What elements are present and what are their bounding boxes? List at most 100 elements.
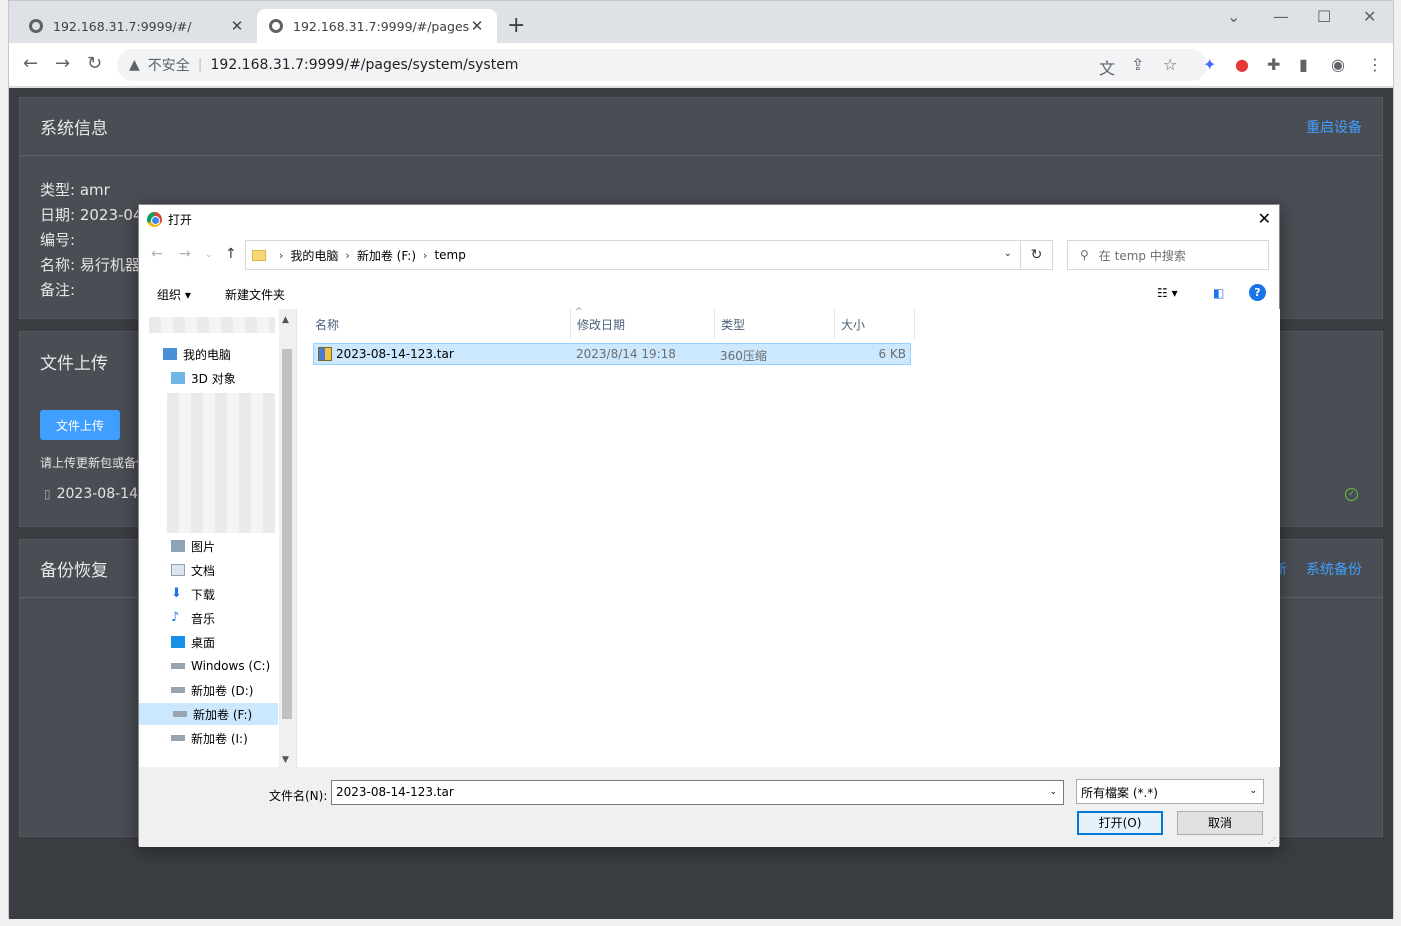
chevron-down-icon[interactable]: ⌄: [1249, 786, 1257, 796]
column-header-type[interactable]: 类型: [715, 309, 835, 339]
separator: |: [197, 57, 203, 73]
window-close-button[interactable]: ✕: [1363, 7, 1376, 26]
chevron-down-icon[interactable]: ⌄: [1049, 787, 1057, 797]
new-folder-button[interactable]: 新建文件夹: [225, 286, 285, 303]
back-button[interactable]: ←: [23, 53, 38, 74]
drive-icon: [171, 663, 185, 669]
system-backup-link[interactable]: 系统备份: [1306, 562, 1362, 578]
minimize-button[interactable]: —: [1273, 7, 1289, 26]
nav-item-drive-d[interactable]: 新加卷 (D:): [171, 679, 253, 701]
computer-icon: [163, 348, 177, 360]
dialog-title: 打开: [168, 212, 193, 227]
resize-grip-icon[interactable]: ⋰: [1268, 836, 1276, 845]
scroll-up-arrow[interactable]: ▲: [282, 315, 289, 325]
close-icon[interactable]: ✕: [469, 17, 485, 35]
file-row[interactable]: 2023-08-14-123.tar 2023/8/14 19:18 360压缩…: [313, 343, 911, 365]
organize-button[interactable]: 组织 ▾: [157, 286, 191, 303]
extension-chat-icon[interactable]: ●: [1235, 55, 1249, 74]
nav-item-3d-objects[interactable]: 3D 对象: [171, 367, 236, 389]
nav-item-drive-i[interactable]: 新加卷 (I:): [171, 727, 248, 749]
breadcrumb[interactable]: › 我的电脑 › 新加卷 (F:) › temp ⌄: [245, 240, 1021, 270]
dialog-title-bar: 打开 ✕: [139, 205, 1279, 233]
translate-icon[interactable]: 文: [1099, 55, 1115, 79]
profile-avatar-icon[interactable]: ◉: [1331, 55, 1345, 74]
nav-item-downloads[interactable]: ⬇ 下载: [171, 583, 215, 605]
nav-item-my-computer[interactable]: 我的电脑: [163, 343, 231, 365]
crumb-item[interactable]: temp: [434, 248, 465, 262]
column-header-name[interactable]: 名称: [309, 309, 571, 339]
tab-bar: 192.168.31.7:9999/#/ ✕ 192.168.31.7:9999…: [9, 1, 1393, 43]
dialog-address-row: ← → ⌄ ↑ › 我的电脑 › 新加卷 (F:) › temp ⌄ ↻ ⚲ 在…: [139, 233, 1279, 277]
card-title: 文件上传: [40, 353, 108, 374]
menu-kebab-icon[interactable]: ⋮: [1367, 55, 1383, 74]
nav-item-music[interactable]: ♪ 音乐: [171, 607, 215, 629]
crumb-item[interactable]: 新加卷 (F:): [357, 247, 416, 264]
scroll-down-arrow[interactable]: ▼: [282, 755, 289, 765]
view-options-icon[interactable]: ☷ ▾: [1157, 286, 1178, 300]
nav-item-pictures[interactable]: 图片: [171, 535, 215, 557]
forward-arrow-icon[interactable]: →: [179, 246, 191, 262]
browser-toolbar: ← → ↻ ▲ 不安全 | 192.168.31.7:9999/#/pages/…: [9, 43, 1393, 87]
extension-icon[interactable]: ✦: [1203, 55, 1216, 74]
reload-button[interactable]: ↻: [87, 53, 102, 74]
chevron-down-icon[interactable]: ⌄: [1004, 248, 1012, 259]
column-header-size[interactable]: 大小: [835, 309, 915, 339]
file-name: 2023-08-14-123.tar: [336, 347, 454, 361]
maximize-button[interactable]: ☐: [1317, 7, 1331, 26]
crumb-item[interactable]: 我的电脑: [290, 247, 338, 264]
bookmark-star-icon[interactable]: ☆: [1163, 55, 1177, 74]
close-icon[interactable]: ✕: [229, 17, 245, 35]
address-bar[interactable]: ▲ 不安全 | 192.168.31.7:9999/#/pages/system…: [117, 49, 1207, 81]
tab-1[interactable]: 192.168.31.7:9999/#/ ✕: [17, 9, 257, 43]
drive-icon: [173, 711, 187, 717]
nav-item-desktop[interactable]: 桌面: [171, 631, 215, 653]
extensions-puzzle-icon[interactable]: ✚: [1267, 55, 1280, 74]
reboot-link[interactable]: 重启设备: [1306, 117, 1362, 137]
up-arrow-icon[interactable]: ↑: [225, 246, 237, 262]
upload-tip: 请上传更新包或备价: [40, 456, 149, 470]
upload-button[interactable]: 文件上传: [40, 410, 120, 440]
help-icon[interactable]: ?: [1249, 284, 1266, 301]
tab-title: 192.168.31.7:9999/#/: [53, 18, 192, 34]
filename-input[interactable]: 2023-08-14-123.tar ⌄: [331, 780, 1064, 805]
tab-search-icon[interactable]: ⌄: [1227, 7, 1240, 26]
filename-label: 文件名(N):: [269, 789, 328, 803]
drive-icon: [171, 735, 185, 741]
forward-button[interactable]: →: [55, 53, 70, 74]
uploaded-file[interactable]: ▯ 2023-08-14: [44, 486, 138, 502]
nav-scroll-thumb[interactable]: [282, 349, 292, 719]
search-placeholder: 在 temp 中搜索: [1098, 248, 1186, 263]
nav-item-drive-f[interactable]: 新加卷 (F:): [139, 703, 278, 725]
nav-item-documents[interactable]: 文档: [171, 559, 215, 581]
search-input[interactable]: ⚲ 在 temp 中搜索: [1067, 240, 1269, 270]
search-icon: ⚲: [1080, 248, 1089, 262]
picture-icon: [171, 540, 185, 552]
column-header-modified[interactable]: 修改日期: [571, 309, 715, 339]
back-arrow-icon[interactable]: ←: [151, 246, 163, 262]
blurred-region: [167, 393, 275, 533]
cancel-button[interactable]: 取消: [1177, 811, 1263, 835]
filetype-value: 所有檔案 (*.*): [1081, 786, 1158, 800]
check-circle-icon: ✓: [1345, 488, 1358, 501]
tab-2-active[interactable]: 192.168.31.7:9999/#/pages/sy ✕: [257, 9, 497, 43]
side-panel-icon[interactable]: ▮: [1299, 55, 1308, 74]
dialog-close-button[interactable]: ✕: [1258, 209, 1271, 228]
share-icon[interactable]: ⇪: [1131, 55, 1144, 74]
globe-icon: [29, 19, 43, 33]
new-tab-button[interactable]: +: [507, 13, 525, 38]
url-text: 192.168.31.7:9999/#/pages/system/system: [210, 57, 519, 73]
file-size: 6 KB: [878, 347, 906, 361]
navigation-pane: 我的电脑 3D 对象 图片 文档 ⬇ 下载 ♪ 音乐 桌面 Windows (C:)…: [139, 309, 297, 767]
open-button[interactable]: 打开(O): [1077, 811, 1163, 835]
download-icon: ⬇: [171, 586, 182, 601]
nav-item-drive-c[interactable]: Windows (C:): [171, 655, 270, 677]
preview-pane-icon[interactable]: ◧: [1213, 286, 1224, 300]
warning-icon[interactable]: ▲: [129, 57, 140, 73]
filetype-select[interactable]: 所有檔案 (*.*) ⌄: [1076, 779, 1264, 804]
command-bar: 组织 ▾ 新建文件夹 ☷ ▾ ◧ ?: [139, 277, 1279, 309]
dialog-footer: 文件名(N): 2023-08-14-123.tar ⌄ 所有檔案 (*.*) …: [139, 767, 1279, 847]
refresh-button[interactable]: ↻: [1021, 240, 1053, 270]
card-title: 系统信息: [40, 119, 108, 139]
uploaded-file-name: 2023-08-14: [56, 486, 138, 502]
recent-chevron-icon[interactable]: ⌄: [205, 250, 213, 260]
